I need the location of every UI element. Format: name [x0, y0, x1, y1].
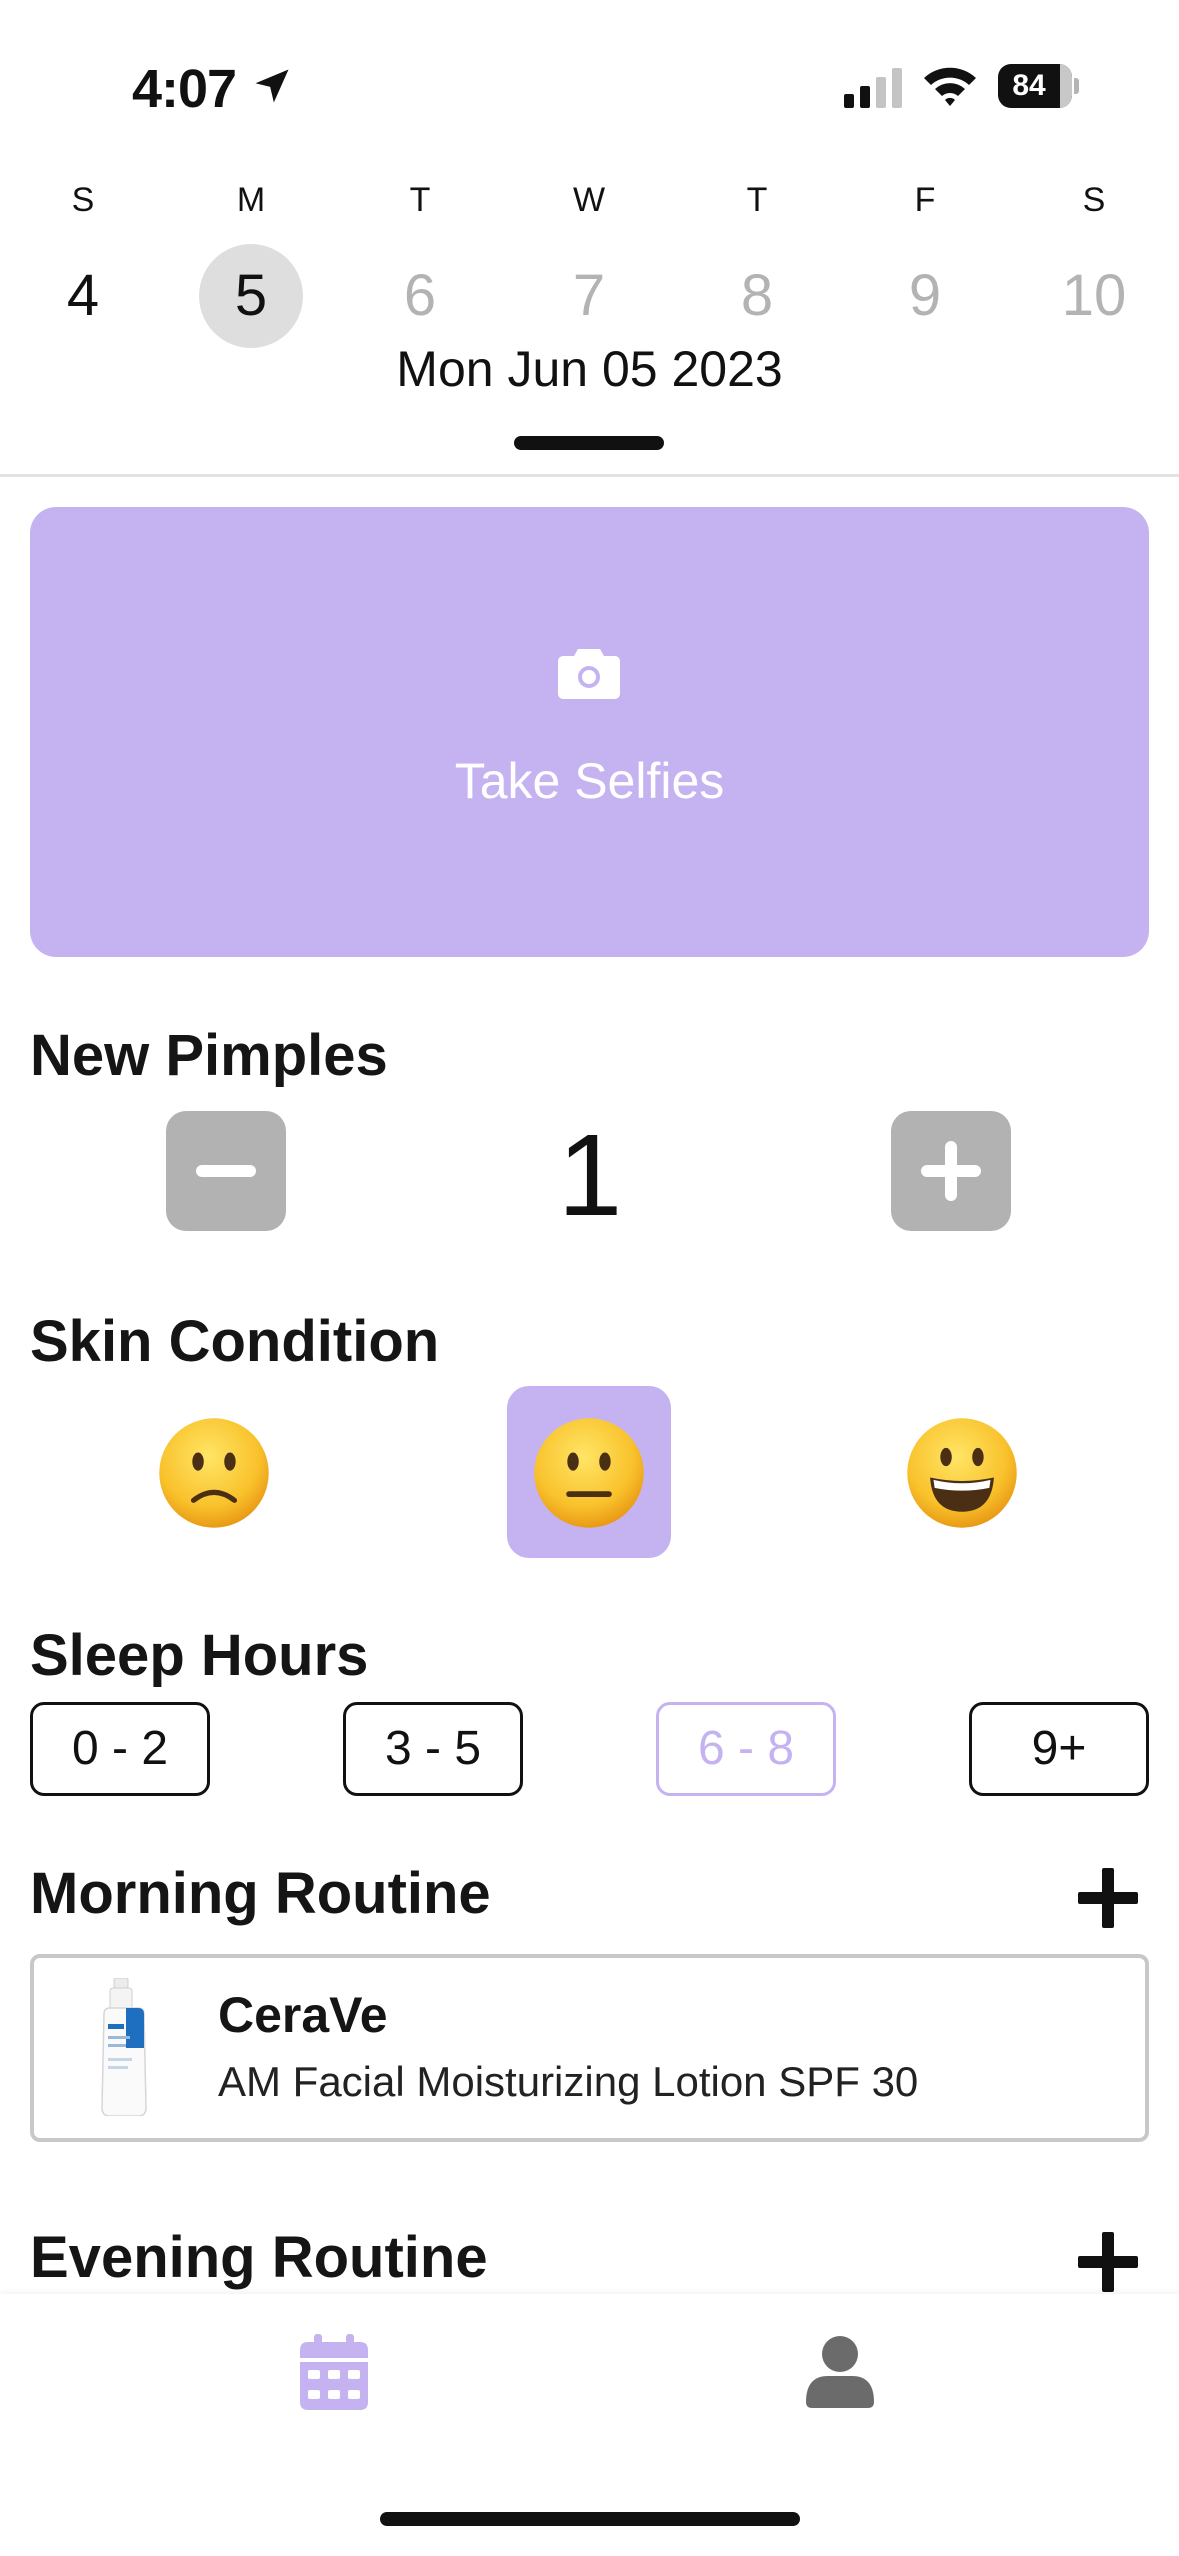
grinning-face-icon [907, 1418, 1017, 1528]
battery-percent: 84 [1012, 69, 1046, 102]
day-number: 5 [234, 263, 268, 328]
battery-indicator: 84 [998, 64, 1079, 108]
day-number: 9 [908, 263, 942, 328]
add-morning-product-button[interactable] [1078, 1868, 1138, 1928]
day-number: 4 [66, 263, 100, 328]
day-letter: W [572, 181, 606, 219]
decrement-pimples-button[interactable] [166, 1111, 286, 1231]
product-brand: CeraVe [218, 1987, 388, 2043]
skin-condition-neutral[interactable] [507, 1386, 671, 1558]
day-letter: F [914, 181, 936, 219]
status-time: 4:07 [132, 59, 237, 119]
day-letter: M [236, 181, 266, 219]
sleep-hours-heading: Sleep Hours [30, 1623, 369, 1688]
calendar-day[interactable]: W 7 [534, 170, 644, 348]
camera-icon [558, 649, 620, 699]
calendar-day[interactable]: T 6 [365, 170, 475, 348]
location-arrow-icon [255, 69, 289, 103]
day-number: 10 [1061, 263, 1127, 328]
product-card[interactable]: CeraVe AM Facial Moisturizing Lotion SPF… [30, 1954, 1149, 2142]
day-letter: S [71, 181, 95, 219]
calendar-day[interactable]: S 10 [1039, 170, 1149, 348]
morning-routine-heading: Morning Routine [30, 1861, 491, 1926]
wifi-icon [924, 67, 976, 106]
day-number: 8 [740, 263, 774, 328]
skin-condition-heading: Skin Condition [30, 1309, 440, 1374]
calendar-day[interactable]: S 4 [28, 170, 138, 348]
take-selfies-label: Take Selfies [454, 753, 725, 809]
evening-routine-heading: Evening Routine [30, 2225, 488, 2290]
cellular-signal-icon [844, 68, 902, 108]
calendar-day[interactable]: T 8 [702, 170, 812, 348]
neutral-face-icon [534, 1418, 644, 1528]
take-selfies-button[interactable]: Take Selfies [30, 507, 1149, 957]
day-letter: T [409, 181, 431, 219]
calendar-day-selected[interactable]: M 5 [196, 170, 306, 348]
pimple-count: 1 [557, 1110, 623, 1240]
increment-pimples-button[interactable] [891, 1111, 1011, 1231]
new-pimples-heading: New Pimples [30, 1023, 388, 1088]
product-bottle-image [101, 1978, 147, 2116]
home-indicator [380, 2512, 800, 2526]
calendar-day[interactable]: F 9 [870, 170, 980, 348]
minus-icon [196, 1165, 256, 1177]
week-calendar: S 4 M 5 T 6 W 7 T 8 F 9 S 10 [0, 170, 1179, 350]
sleep-option-9-plus[interactable]: 9+ [969, 1702, 1149, 1796]
day-letter: T [746, 181, 768, 219]
skin-condition-good[interactable] [880, 1386, 1044, 1558]
calendar-icon[interactable] [300, 2334, 368, 2410]
sleep-option-6-8[interactable]: 6 - 8 [656, 1702, 836, 1796]
skin-condition-bad[interactable] [132, 1386, 296, 1558]
slightly-frowning-face-icon [159, 1418, 269, 1528]
selected-date-label: Mon Jun 05 2023 [396, 341, 783, 397]
status-bar: 4:07 84 [0, 0, 1179, 150]
day-letter: S [1082, 181, 1106, 219]
sleep-option-3-5[interactable]: 3 - 5 [343, 1702, 523, 1796]
profile-icon[interactable] [806, 2336, 874, 2408]
day-number: 6 [403, 263, 437, 328]
add-evening-product-button[interactable] [1078, 2232, 1138, 2292]
day-number: 7 [572, 263, 606, 328]
divider [0, 474, 1179, 477]
sleep-option-0-2[interactable]: 0 - 2 [30, 1702, 210, 1796]
product-name: AM Facial Moisturizing Lotion SPF 30 [218, 2058, 919, 2105]
drag-handle[interactable] [514, 436, 664, 450]
